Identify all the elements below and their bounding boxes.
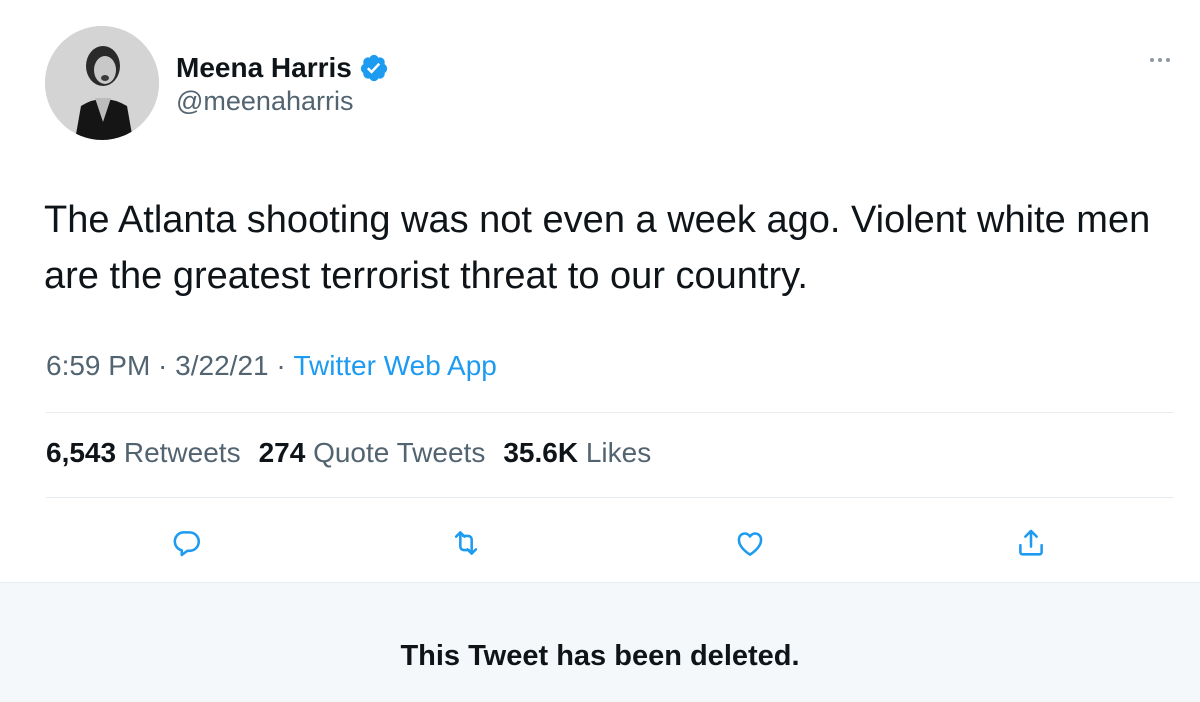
deleted-notice-text: This Tweet has been deleted.	[400, 640, 800, 672]
tweet-source-link[interactable]: Twitter Web App	[293, 350, 496, 382]
stat-label: Retweets	[123, 437, 241, 468]
retweet-button[interactable]	[443, 520, 489, 566]
divider	[46, 412, 1174, 413]
retweet-icon	[454, 531, 478, 555]
more-dot	[1166, 58, 1170, 62]
tweet-meta: 6:59 PM · 3/22/21 · Twitter Web App	[46, 350, 497, 382]
meta-separator: ·	[150, 350, 176, 381]
like-button[interactable]	[727, 520, 773, 566]
author-name-row: Meena Harris	[176, 50, 389, 86]
stat-count: 6,543	[46, 437, 117, 468]
verified-badge-icon	[360, 54, 387, 82]
tweet-actions	[0, 520, 1200, 566]
author-avatar[interactable]	[45, 26, 159, 140]
tweet-text: The Atlanta shooting was not even a week…	[44, 199, 1151, 297]
reply-icon	[173, 531, 201, 557]
more-dot	[1158, 58, 1162, 62]
profile-photo-icon	[45, 26, 159, 140]
author-display-name[interactable]: Meena Harris	[176, 52, 352, 84]
stat-label: Likes	[585, 437, 652, 468]
likes-stat[interactable]: 35.6K Likes	[503, 437, 651, 469]
stat-count: 35.6K	[503, 437, 579, 468]
stat-label: Quote Tweets	[313, 437, 486, 468]
author-handle[interactable]: @meenaharris	[176, 86, 353, 117]
reply-button[interactable]	[163, 520, 209, 566]
tweet-card: Meena Harris @meenaharris The Atlanta sh…	[0, 0, 1200, 582]
quote-tweets-stat[interactable]: 274 Quote Tweets	[259, 437, 486, 469]
tweet-date[interactable]: 3/22/21	[175, 350, 268, 382]
more-options-icon[interactable]	[1140, 48, 1180, 72]
deleted-notice-banner: This Tweet has been deleted.	[0, 582, 1200, 702]
stat-count: 274	[258, 437, 306, 468]
meta-separator: ·	[268, 350, 294, 381]
retweets-stat[interactable]: 6,543 Retweets	[46, 437, 241, 469]
share-button[interactable]	[1008, 520, 1054, 566]
tweet-time[interactable]: 6:59 PM	[46, 350, 150, 382]
more-dot	[1150, 58, 1154, 62]
share-icon	[1019, 529, 1043, 556]
like-icon	[737, 532, 763, 556]
divider	[46, 497, 1174, 498]
tweet-stats: 6,543 Retweets 274 Quote Tweets 35.6K Li…	[46, 437, 651, 469]
